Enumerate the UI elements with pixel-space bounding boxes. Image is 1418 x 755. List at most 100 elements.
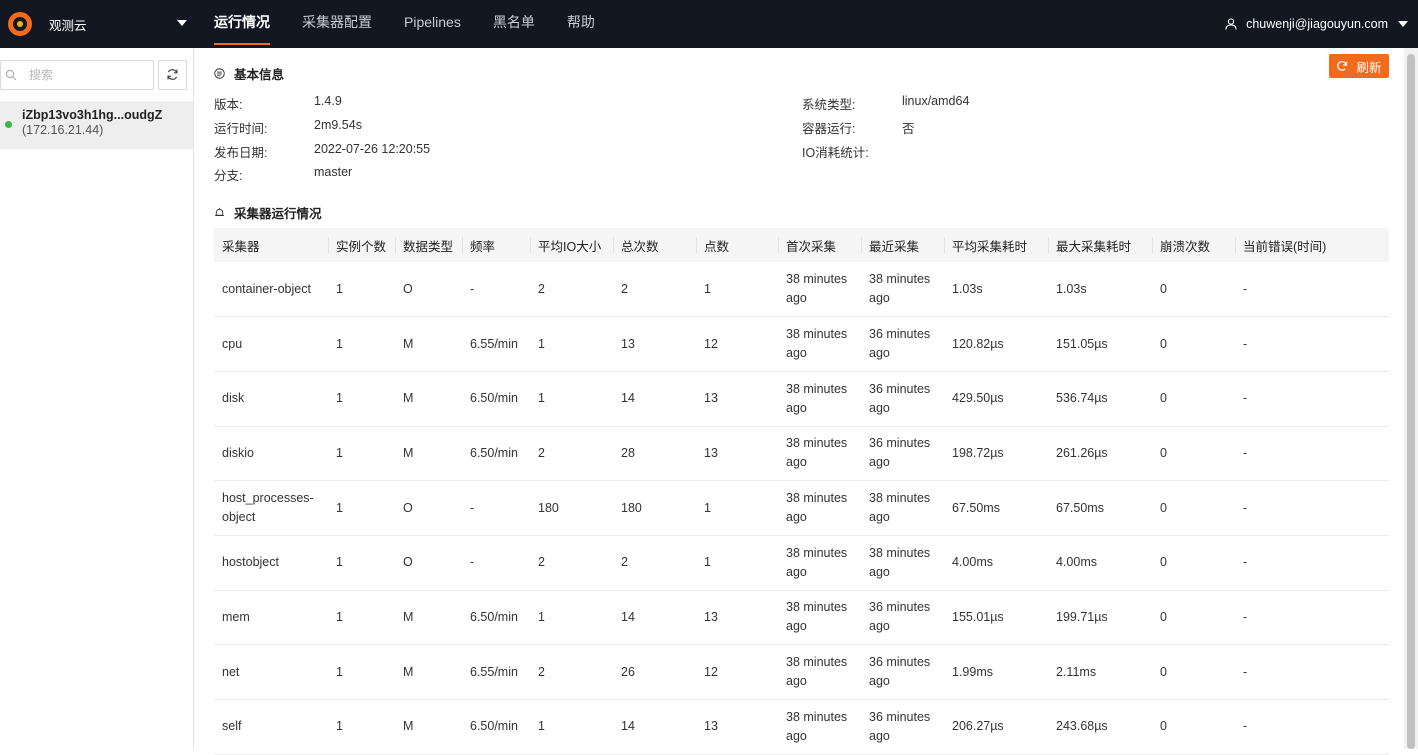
info-label: 发布日期: <box>214 146 268 160</box>
table-cell: 1 <box>696 480 778 536</box>
table-cell: 38 minutes ago <box>778 535 861 591</box>
refresh-icon <box>1337 61 1348 71</box>
table-cell: 1 <box>328 590 395 646</box>
table-cell: 4.00ms <box>1048 535 1152 591</box>
table-cell: net <box>214 644 328 700</box>
table-cell: - <box>462 480 530 536</box>
table-cell: 6.50/min <box>462 371 530 427</box>
table-cell: 38 minutes ago <box>778 316 861 372</box>
table-cell: 38 minutes ago <box>778 371 861 427</box>
table-cell: 13 <box>696 590 778 646</box>
nav-tab-collector-config[interactable]: 采集器配置 <box>286 0 388 48</box>
table-cell: 6.55/min <box>462 644 530 700</box>
table-cell: 0 <box>1152 426 1235 482</box>
table-cell: 13 <box>696 426 778 482</box>
column-header: 采集器 <box>214 228 328 262</box>
user-menu[interactable]: chuwenji@jiagouyun.com <box>1225 0 1408 48</box>
info-label: IO消耗统计: <box>802 146 869 160</box>
table-cell: - <box>1235 644 1389 700</box>
table-row: self 1 M 6.50/min 1 14 13 38 minutes ago 36 minu… <box>214 699 1389 755</box>
nav-tab-overview[interactable]: 运行情况 <box>214 0 286 48</box>
table-cell: 1 <box>530 699 613 755</box>
nav-tab-help[interactable]: 帮助 <box>551 0 611 48</box>
table-cell: cpu <box>214 316 328 372</box>
search-input[interactable] <box>29 67 149 82</box>
table-cell: 6.50/min <box>462 699 530 755</box>
table-cell: 429.50µs <box>944 371 1048 427</box>
basic-info-title: 基本信息 <box>234 67 285 82</box>
info-label: 版本: <box>214 98 243 112</box>
table-cell: - <box>462 535 530 591</box>
table-cell: 2 <box>530 535 613 591</box>
table-cell: - <box>1235 480 1389 536</box>
table-cell: 1 <box>328 262 395 318</box>
vertical-scrollbar[interactable] <box>1404 48 1418 749</box>
column-header: 平均IO大小 <box>530 228 613 262</box>
table-cell: - <box>1235 371 1389 427</box>
host-status-dot <box>5 121 12 128</box>
table-cell: 2 <box>613 535 696 591</box>
column-header: 最近采集 <box>861 228 944 262</box>
table-cell: host_processes-object <box>214 480 328 536</box>
main-content: 基本信息 刷新 版本: 1.4.9 运行时间: 2m9.54s 发布日期: 20… <box>194 48 1404 755</box>
inputs-table: 采集器 实例个数 数据类型 频率 平均IO大小 总次数 点数 首次采集 最近采集 平均采集耗时 最大… <box>214 228 1389 755</box>
table-cell: 1 <box>328 371 395 427</box>
table-cell: - <box>1235 590 1389 646</box>
info-value: linux/amd64 <box>902 94 970 108</box>
nav-tab-pipelines[interactable]: Pipelines <box>388 0 477 48</box>
user-email: chuwenji@jiagouyun.com <box>1246 17 1388 31</box>
scrollbar-thumb[interactable] <box>1407 54 1415 749</box>
inputs-heading: 采集器运行情况 <box>214 204 322 221</box>
table-cell: 180 <box>530 480 613 536</box>
column-header: 崩溃次数 <box>1152 228 1235 262</box>
info-value: 2m9.54s <box>314 118 362 132</box>
host-sidebar: iZbp13vo3h1hg...oudgZ (172.16.21.44) <box>0 48 194 749</box>
reload-hosts-button[interactable] <box>157 59 187 90</box>
table-cell: - <box>462 262 530 318</box>
table-cell: 198.72µs <box>944 426 1048 482</box>
workspace-switcher[interactable]: 观测云 <box>0 0 193 48</box>
table-cell: 1 <box>696 262 778 318</box>
table-cell: 1 <box>530 590 613 646</box>
table-cell: 38 minutes ago <box>778 644 861 700</box>
table-cell: M <box>395 426 462 482</box>
table-cell: hostobject <box>214 535 328 591</box>
table-row: net 1 M 6.55/min 2 26 12 38 minutes ago 36 minut… <box>214 644 1389 700</box>
table-cell: M <box>395 699 462 755</box>
chevron-down-icon <box>177 20 187 26</box>
column-header: 当前错误(时间) <box>1235 228 1389 262</box>
column-header: 频率 <box>462 228 530 262</box>
table-cell: 14 <box>613 590 696 646</box>
table-cell: - <box>1235 699 1389 755</box>
table-cell: O <box>395 535 462 591</box>
table-cell: 0 <box>1152 371 1235 427</box>
table-cell: 4.00ms <box>944 535 1048 591</box>
table-cell: 243.68µs <box>1048 699 1152 755</box>
table-cell: 1 <box>328 480 395 536</box>
info-label: 分支: <box>214 169 243 183</box>
table-cell: O <box>395 262 462 318</box>
table-cell: 2 <box>530 426 613 482</box>
table-cell: - <box>1235 262 1389 318</box>
table-row: cpu 1 M 6.55/min 1 13 12 38 minutes ago 36 minut… <box>214 316 1389 372</box>
table-cell: 36 minutes ago <box>861 316 944 372</box>
refresh-button[interactable]: 刷新 <box>1329 54 1389 78</box>
table-cell: 38 minutes ago <box>861 535 944 591</box>
table-cell: 38 minutes ago <box>778 590 861 646</box>
table-cell: 2 <box>530 644 613 700</box>
info-value: 2022-07-26 12:20:55 <box>314 142 431 156</box>
table-row: host_processes-object 1 O -180 180 1 38 minute… <box>214 480 1389 536</box>
table-cell: 0 <box>1152 590 1235 646</box>
column-header: 最大采集耗时 <box>1048 228 1152 262</box>
table-cell: 38 minutes ago <box>778 480 861 536</box>
info-value: 1.4.9 <box>314 94 342 108</box>
table-cell: 2 <box>613 262 696 318</box>
table-cell: 67.50ms <box>1048 480 1152 536</box>
table-cell: 13 <box>613 316 696 372</box>
table-cell: 2 <box>530 262 613 318</box>
table-cell: 38 minutes ago <box>861 480 944 536</box>
top-navbar: 观测云 运行情况 采集器配置 Pipelines 黑名单 帮助 chuwenji… <box>0 0 1418 48</box>
table-cell: 261.26µs <box>1048 426 1152 482</box>
host-list-item[interactable]: iZbp13vo3h1hg...oudgZ (172.16.21.44) <box>0 101 193 149</box>
nav-tab-blacklist[interactable]: 黑名单 <box>477 0 551 48</box>
